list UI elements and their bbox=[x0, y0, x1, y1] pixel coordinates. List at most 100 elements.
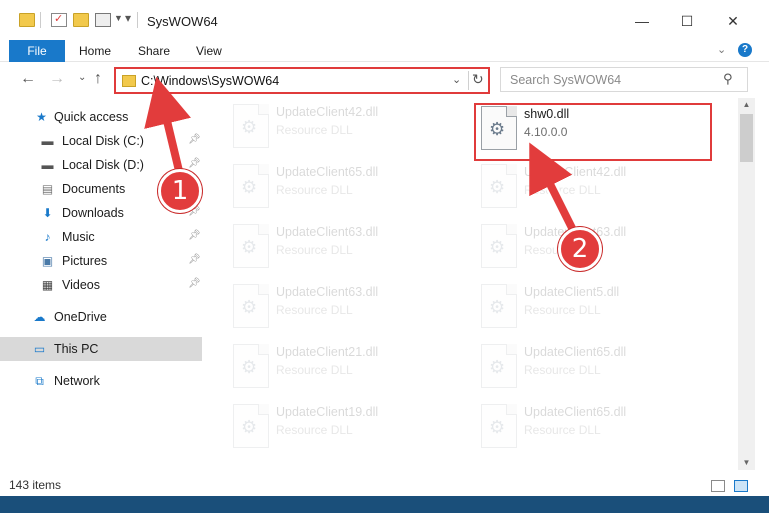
sidebar-item-label: Documents bbox=[62, 182, 126, 196]
recent-locations-icon[interactable]: ⌄ bbox=[78, 72, 86, 83]
quick-access-menu-icon[interactable]: ▾ bbox=[125, 11, 131, 25]
folder-icon bbox=[122, 75, 136, 87]
maximize-button[interactable]: ☐ bbox=[676, 10, 698, 32]
gear-icon: ⚙ bbox=[489, 297, 506, 317]
expand-ribbon-icon[interactable]: ⌄ bbox=[717, 43, 726, 56]
new-folder-icon[interactable] bbox=[73, 13, 89, 27]
help-icon[interactable]: ? bbox=[738, 43, 752, 57]
list-item[interactable]: ⚙ UpdateClient65.dll Resource DLL bbox=[227, 158, 467, 216]
network-icon: ⧉ bbox=[35, 374, 44, 388]
address-row: ← → ⌄ ↑ C:\Windows\SysWOW64 ⌄ ↻ Search S… bbox=[0, 62, 769, 98]
dll-file-icon: ⚙ bbox=[233, 344, 269, 388]
gear-icon: ⚙ bbox=[489, 417, 506, 437]
videos-icon: ▦ bbox=[41, 278, 54, 292]
up-button[interactable]: ↑ bbox=[94, 70, 102, 88]
file-type: Resource DLL bbox=[276, 123, 353, 137]
gear-icon: ⚙ bbox=[241, 357, 258, 377]
sidebar-item-label: Quick access bbox=[54, 110, 129, 124]
download-icon: ⬇ bbox=[42, 206, 53, 220]
file-name: UpdateClient21.dll bbox=[276, 345, 379, 359]
large-icons-view-icon[interactable] bbox=[734, 480, 748, 492]
sidebar-item-label: Local Disk (C:) bbox=[62, 134, 144, 148]
file-name: UpdateClient5.dll bbox=[524, 285, 620, 299]
file-name: UpdateClient65.dll bbox=[524, 405, 627, 419]
scroll-up-icon[interactable]: ▲ bbox=[738, 98, 755, 112]
customize-view-icon[interactable] bbox=[95, 13, 111, 27]
sidebar-item-label: Pictures bbox=[62, 254, 108, 268]
item-count: 143 items bbox=[9, 478, 62, 492]
dll-file-icon: ⚙ bbox=[481, 284, 517, 328]
sidebar-item-quick-access[interactable]: ★ Quick access bbox=[0, 105, 202, 129]
sidebar-item-network[interactable]: ⧉ Network bbox=[0, 369, 202, 393]
pin-icon: 📌︎ bbox=[188, 158, 201, 169]
gear-icon: ⚙ bbox=[489, 237, 506, 257]
gear-icon: ⚙ bbox=[489, 357, 506, 377]
forward-button[interactable]: → bbox=[49, 70, 65, 88]
file-name: UpdateClient42.dll bbox=[276, 105, 379, 119]
list-item[interactable]: ⚙ UpdateClient65.dll Resource DLL bbox=[475, 338, 715, 396]
cloud-icon: ☁ bbox=[33, 310, 46, 324]
file-type: Resource DLL bbox=[276, 243, 353, 257]
file-type: Resource DLL bbox=[524, 363, 601, 377]
details-view-icon[interactable] bbox=[711, 480, 725, 492]
sidebar-item-label: Music bbox=[62, 230, 95, 244]
drive-icon: ▬ bbox=[41, 134, 54, 148]
list-item[interactable]: ⚙ UpdateClient63.dll Resource DLL bbox=[227, 218, 467, 276]
close-button[interactable]: ✕ bbox=[722, 10, 744, 32]
file-highlight-annotation bbox=[474, 103, 712, 161]
vertical-scrollbar[interactable]: ▲ ▼ bbox=[738, 98, 755, 470]
toolbar-divider bbox=[40, 12, 41, 28]
file-type: Resource DLL bbox=[524, 303, 601, 317]
step-marker-2: 2 bbox=[558, 227, 602, 271]
gear-icon: ⚙ bbox=[241, 237, 258, 257]
search-box[interactable]: Search SysWOW64 ⚲ bbox=[500, 67, 748, 92]
dll-file-icon: ⚙ bbox=[233, 284, 269, 328]
list-item[interactable]: ⚙ UpdateClient65.dll Resource DLL bbox=[475, 398, 715, 456]
sidebar-item-videos[interactable]: ▦ Videos 📌︎ bbox=[0, 273, 202, 297]
minimize-button[interactable]: — bbox=[631, 10, 653, 32]
tab-view[interactable]: View bbox=[196, 40, 222, 62]
list-item[interactable]: ⚙ UpdateClient5.dll Resource DLL bbox=[475, 278, 715, 336]
file-name: UpdateClient65.dll bbox=[524, 345, 627, 359]
address-path[interactable]: C:\Windows\SysWOW64 bbox=[141, 74, 279, 88]
sidebar-item-this-pc[interactable]: ▭ This PC bbox=[0, 337, 202, 361]
pin-icon: 📌︎ bbox=[188, 278, 201, 289]
properties-icon[interactable]: ✓ bbox=[51, 13, 67, 27]
search-icon[interactable]: ⚲ bbox=[723, 71, 733, 87]
sidebar-item-local-disk-c[interactable]: ▬ Local Disk (C:) 📌︎ bbox=[0, 129, 202, 153]
tab-home[interactable]: Home bbox=[79, 40, 111, 62]
dll-file-icon: ⚙ bbox=[233, 224, 269, 268]
sidebar-item-music[interactable]: ♪ Music 📌︎ bbox=[0, 225, 202, 249]
list-item[interactable]: ⚙ UpdateClient42.dll Resource DLL bbox=[475, 158, 715, 216]
computer-icon: ▭ bbox=[33, 342, 46, 356]
search-input[interactable]: Search SysWOW64 bbox=[510, 73, 621, 87]
list-item[interactable]: ⚙ UpdateClient63.dll Resource DLL bbox=[227, 278, 467, 336]
file-type: Resource DLL bbox=[276, 183, 353, 197]
list-item[interactable]: ⚙ UpdateClient19.dll Resource DLL bbox=[227, 398, 467, 456]
file-type: Resource DLL bbox=[276, 423, 353, 437]
file-name: UpdateClient42.dll bbox=[524, 165, 627, 179]
scroll-down-icon[interactable]: ▼ bbox=[738, 456, 755, 470]
refresh-icon[interactable]: ↻ bbox=[472, 71, 484, 88]
window-title: SysWOW64 bbox=[147, 14, 218, 29]
dropdown-icon[interactable]: ▼ bbox=[114, 13, 123, 23]
sidebar-item-pictures[interactable]: ▣ Pictures 📌︎ bbox=[0, 249, 202, 273]
back-button[interactable]: ← bbox=[20, 70, 36, 88]
ribbon-tabs: File Home Share View ⌄ ? bbox=[0, 40, 769, 62]
folder-icon bbox=[19, 13, 35, 27]
sidebar-item-onedrive[interactable]: ☁ OneDrive bbox=[0, 305, 202, 329]
file-name: UpdateClient63.dll bbox=[276, 225, 379, 239]
dll-file-icon: ⚙ bbox=[481, 404, 517, 448]
tab-file[interactable]: File bbox=[9, 40, 65, 62]
tab-share[interactable]: Share bbox=[138, 40, 170, 62]
scroll-thumb[interactable] bbox=[740, 114, 753, 162]
gear-icon: ⚙ bbox=[241, 117, 258, 137]
star-icon: ★ bbox=[36, 110, 47, 124]
address-bar[interactable]: C:\Windows\SysWOW64 ⌄ ↻ bbox=[114, 67, 490, 94]
chevron-down-icon[interactable]: ⌄ bbox=[452, 73, 461, 86]
gear-icon: ⚙ bbox=[241, 417, 258, 437]
file-type: Resource DLL bbox=[524, 183, 601, 197]
list-item[interactable]: ⚙ UpdateClient21.dll Resource DLL bbox=[227, 338, 467, 396]
list-item[interactable]: ⚙ UpdateClient42.dll Resource DLL bbox=[227, 98, 467, 156]
file-type: Resource DLL bbox=[276, 363, 353, 377]
